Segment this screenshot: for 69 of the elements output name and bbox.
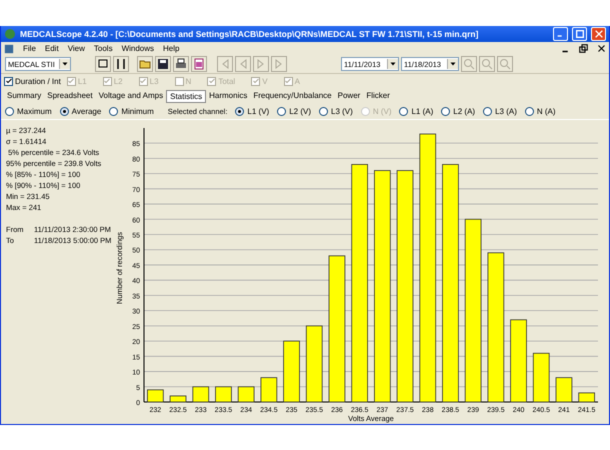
maximize-button[interactable]	[572, 27, 587, 41]
radio-label[interactable]: L3 (V)	[331, 106, 353, 116]
tab[interactable]: Power	[334, 90, 364, 103]
radio-button[interactable]	[5, 106, 14, 116]
close-button[interactable]	[591, 27, 606, 41]
checkmark-icon	[6, 78, 12, 84]
restore-icon[interactable]	[579, 44, 588, 53]
histogram-bar	[170, 396, 186, 402]
filter-checkbox[interactable]: Duration / Int	[4, 76, 61, 86]
histogram-bar	[192, 386, 210, 402]
radio-label[interactable]: N (A)	[536, 106, 556, 116]
caret-icon	[450, 61, 456, 67]
radio-label[interactable]: L2 (A)	[453, 106, 476, 116]
radio-button[interactable]	[319, 106, 328, 116]
minimize-button[interactable]	[553, 27, 568, 41]
radio-button[interactable]	[277, 106, 286, 116]
tab[interactable]: Statistics	[166, 90, 206, 103]
close-icon	[594, 30, 602, 38]
histogram-bar	[556, 377, 572, 402]
menu-item[interactable]: Help	[163, 44, 180, 53]
checkmark-icon	[104, 78, 110, 84]
radio-label[interactable]: L2 (V)	[289, 106, 312, 116]
histogram-bar	[532, 352, 550, 402]
checkmark-icon	[68, 78, 74, 84]
menu-item[interactable]: Windows	[122, 44, 154, 53]
radio-label[interactable]: L3 (A)	[495, 106, 517, 116]
window-title: MEDCALScope 4.2.40 - [C:\Documents and Settings\RACB\Desktop\QRNs\MEDCAL ST FW 1.71\STII, t-15 min.qrn]	[20, 29, 480, 39]
checkmark-icon	[252, 78, 259, 84]
tab[interactable]: Spreadsheet	[44, 90, 96, 103]
open-folder-icon[interactable]	[137, 56, 153, 72]
tab[interactable]: Summary	[4, 90, 44, 103]
calendar-icon[interactable]	[191, 56, 207, 72]
histogram-bar	[215, 386, 232, 402]
radio-button[interactable]	[235, 106, 244, 116]
radio-button[interactable]	[399, 106, 408, 116]
maximize-icon	[576, 30, 584, 38]
menu-item[interactable]: File	[23, 44, 36, 53]
document-icon	[4, 44, 14, 54]
checkmark-icon	[140, 78, 146, 84]
radio-label[interactable]: Minimum	[121, 106, 154, 116]
histogram-bar	[283, 340, 300, 402]
radio-label[interactable]: L1 (V)	[247, 106, 270, 116]
histogram-bar	[578, 392, 595, 402]
app-icon	[4, 28, 16, 40]
tab[interactable]: Harmonics	[206, 90, 250, 103]
checkmark-icon	[208, 78, 215, 84]
histogram-bar	[260, 377, 278, 402]
caret-icon	[390, 61, 396, 67]
caret-icon	[62, 61, 68, 67]
tab[interactable]: Frequency/Unbalance	[250, 90, 335, 103]
tab[interactable]: Flicker	[363, 90, 393, 103]
tab[interactable]: Voltage and Amps	[96, 90, 166, 103]
radio-label[interactable]: Average	[72, 106, 102, 116]
radio-label[interactable]: L1 (A)	[411, 106, 434, 116]
radio-button[interactable]	[524, 106, 534, 116]
checkmark-icon	[285, 78, 292, 84]
radio-button[interactable]	[60, 106, 69, 116]
save-icon[interactable]	[155, 56, 171, 72]
histogram-bar	[238, 386, 254, 402]
radio-button[interactable]	[441, 106, 450, 116]
print-icon[interactable]	[173, 56, 189, 72]
radio-button[interactable]	[109, 106, 118, 116]
radio-button[interactable]	[483, 106, 492, 116]
histogram-bar	[147, 389, 164, 402]
menu-item[interactable]: Tools	[94, 44, 113, 53]
radio-label[interactable]: Maximum	[17, 106, 52, 116]
menu-item[interactable]: View	[68, 44, 85, 53]
menu-item[interactable]: Edit	[44, 44, 59, 53]
close-icon[interactable]	[597, 44, 606, 53]
